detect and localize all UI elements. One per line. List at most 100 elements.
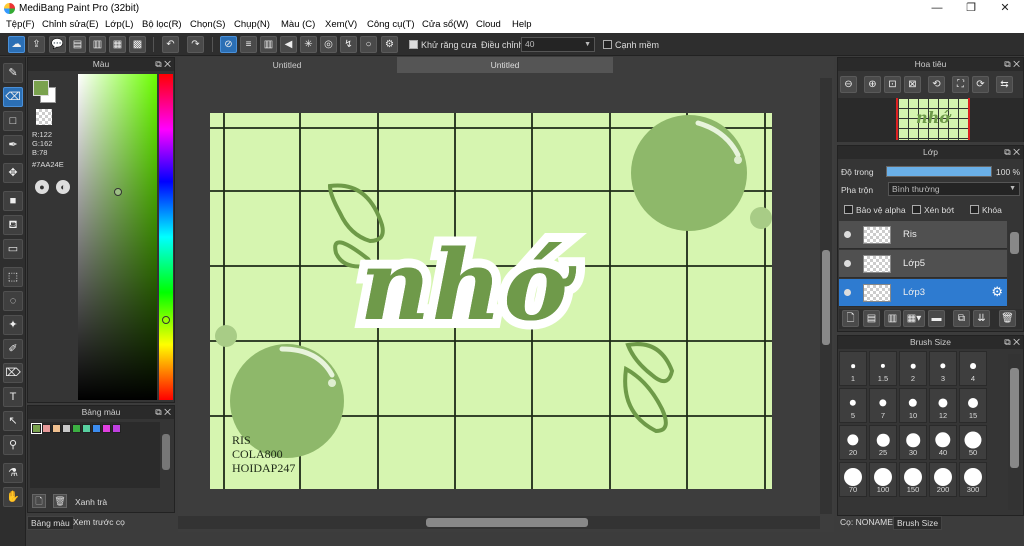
layer-row[interactable]: Lớp5 [839,250,1007,278]
flip-icon[interactable]: ⇆ [996,76,1013,93]
tab-palette[interactable]: Bảng màu [27,516,74,530]
layers-scrollbar-thumb[interactable] [1010,232,1019,254]
antialias-checkbox[interactable] [409,40,418,49]
rotate-left-icon[interactable]: ⟲ [928,76,945,93]
eraser-tool-icon[interactable]: ⌫ [3,87,23,107]
tab-untitled-2[interactable]: Untitled [397,57,613,73]
menu-view[interactable]: Xem(V) [325,19,357,30]
fill-shape-tool-icon[interactable]: ■ [3,191,23,211]
menu-layer[interactable]: Lớp(L) [105,19,133,30]
new-layer-icon[interactable]: 🗋 [842,310,859,327]
layer-row[interactable]: Ris [839,221,1007,249]
menu-color[interactable]: Màu (C) [281,19,315,30]
tab-brush-preview[interactable]: Xem trước cọ [70,516,128,528]
gradient-tool-icon[interactable]: ▭ [3,239,23,259]
dropper-tool-icon[interactable]: ⚗ [3,463,23,483]
brush-size-cell[interactable]: 40 [929,425,957,460]
tab-brush-size[interactable]: Brush Size [893,516,943,530]
brush-size-cell[interactable]: 300 [959,462,987,497]
horizontal-scrollbar-track[interactable] [178,516,820,529]
brush-size-cell[interactable]: 3 [929,351,957,386]
undo-icon[interactable]: ↶ [162,36,179,53]
brush-size-cell[interactable]: 20 [839,425,867,460]
snap-settings-icon[interactable]: ⚙ [381,36,398,53]
menu-filter[interactable]: Bộ lọc(R) [142,19,182,30]
layers-scrollbar[interactable] [1008,230,1021,310]
panel-close-icon[interactable]: ⧉ ✕ [1004,146,1020,159]
grid-icon[interactable]: ▩ [129,36,146,53]
delete-layer-icon[interactable]: 🗑 [999,310,1016,327]
brush-size-cell[interactable]: 150 [899,462,927,497]
soft-edge-checkbox[interactable] [603,40,612,49]
pen-tool-icon[interactable]: ✒ [3,135,23,155]
zoom-out-icon[interactable]: ⊖ [840,76,857,93]
gear-icon[interactable]: ⚙ [991,284,1003,300]
dot-tool-icon[interactable]: □ [3,111,23,131]
fit-icon[interactable]: ⊡ [884,76,901,93]
menu-window[interactable]: Cửa sổ(W) [422,19,468,30]
primary-color-swatch[interactable] [33,80,49,96]
brush-size-cell[interactable]: 200 [929,462,957,497]
text-tool-icon[interactable]: T [3,387,23,407]
menu-edit[interactable]: Chỉnh sửa(E) [42,19,99,30]
palette-swatch[interactable] [31,423,42,434]
palette-swatch[interactable] [72,424,81,433]
restore-button[interactable]: ❐ [954,0,988,17]
delete-color-icon[interactable]: 🗑 [53,494,67,508]
brush-size-cell[interactable]: 4 [959,351,987,386]
brush-size-cell[interactable]: 2 [899,351,927,386]
brush-size-cell[interactable]: 10 [899,388,927,423]
actual-size-icon[interactable]: ⊠ [904,76,921,93]
horizontal-scrollbar-thumb[interactable] [426,518,588,527]
bucket-tool-icon[interactable]: ⛾ [3,215,23,235]
parallel-snap-icon[interactable]: ≡ [240,36,257,53]
blend-mode-select[interactable]: Bình thường ▼ [888,182,1020,196]
layer-visible-icon[interactable] [844,231,851,238]
palette-swatch[interactable] [102,424,111,433]
menu-file[interactable]: Tệp(F) [6,19,35,30]
folder-icon[interactable]: ▬ [928,310,945,327]
document-icon[interactable]: ▦ [109,36,126,53]
palette-swatch[interactable] [112,424,121,433]
no-snap-icon[interactable]: ⊘ [220,36,237,53]
new-8bit-layer-icon[interactable]: ▥ [884,310,901,327]
curve-snap-icon[interactable]: ↯ [340,36,357,53]
panel-close-icon[interactable]: ⧉ ✕ [1004,336,1020,349]
page-icon[interactable]: ▥ [89,36,106,53]
menu-select[interactable]: Chọn(S) [190,19,225,30]
redo-icon[interactable]: ↷ [187,36,204,53]
comment-icon[interactable]: 💬 [49,36,66,53]
opacity-slider[interactable] [886,166,992,177]
artwork-canvas[interactable]: nhớ nhớ RIS COLA800 HOIDAP247 [210,113,772,489]
brush-size-cell[interactable]: 12 [929,388,957,423]
palette-swatch[interactable] [92,424,101,433]
menu-tools[interactable]: Công cụ(T) [367,19,415,30]
clipping-checkbox[interactable] [912,205,921,214]
menu-capture[interactable]: Chụp(N) [234,19,270,30]
zoom-in-icon[interactable]: ⊕ [864,76,881,93]
adjust-combo[interactable]: 40 ▼ [521,37,595,52]
layer-visible-icon[interactable] [844,289,851,296]
vertical-scrollbar-thumb[interactable] [822,250,830,345]
merge-layer-icon[interactable]: ⇊ [973,310,990,327]
tab-untitled-1[interactable]: Untitled [179,57,395,73]
color-wheel-icon[interactable]: ◐ [56,180,70,194]
add-color-icon[interactable]: 🗋 [32,494,46,508]
brush-size-cell[interactable]: 1 [839,351,867,386]
share-icon[interactable]: ⇪ [28,36,45,53]
add-layer-menu-icon[interactable]: ▦▾ [903,310,925,327]
brush-size-cell[interactable]: 5 [839,388,867,423]
brush-size-cell[interactable]: 7 [869,388,897,423]
magic-wand-tool-icon[interactable]: ✦ [3,315,23,335]
lock-checkbox[interactable] [970,205,979,214]
brush-size-cell[interactable]: 30 [899,425,927,460]
note-icon[interactable]: ▤ [69,36,86,53]
palette-swatch[interactable] [52,424,61,433]
select-pen-tool-icon[interactable]: ✐ [3,339,23,359]
close-button[interactable]: ✕ [988,0,1022,17]
brush-size-cell[interactable]: 1.5 [869,351,897,386]
brush-size-cell[interactable]: 15 [959,388,987,423]
menu-help[interactable]: Help [512,19,532,30]
radial-snap-icon[interactable]: ✳ [300,36,317,53]
transparent-color-swatch[interactable] [36,109,52,125]
